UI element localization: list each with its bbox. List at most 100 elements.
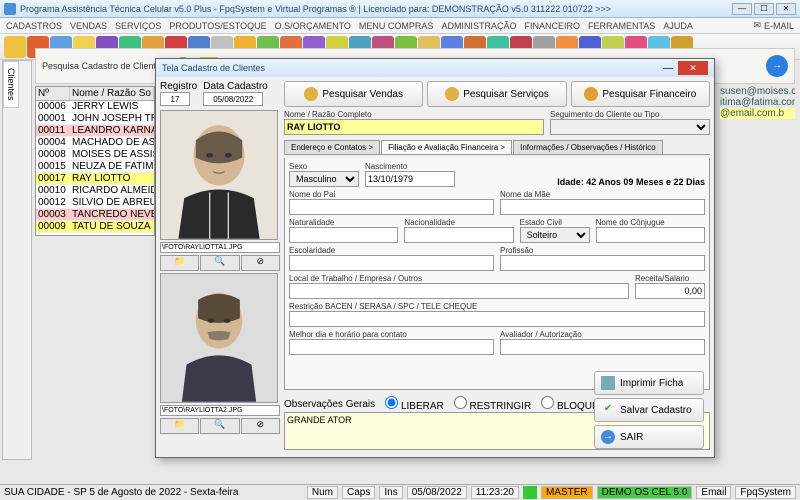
liberar-radio[interactable]: LIBERAR bbox=[385, 396, 444, 412]
salario-field[interactable] bbox=[635, 283, 705, 299]
photo1-zoom-button[interactable]: 🔍 bbox=[200, 255, 239, 271]
escolaridade-field[interactable] bbox=[289, 255, 494, 271]
table-row[interactable]: 00009TATU DE SOUZA bbox=[36, 221, 154, 233]
sexo-select[interactable]: Masculino bbox=[289, 171, 359, 187]
pesquisar-financeiro-button[interactable]: Pesquisar Financeiro bbox=[571, 81, 710, 107]
imprimir-button[interactable]: Imprimir Ficha bbox=[594, 371, 704, 395]
menu-ajuda[interactable]: AJUDA bbox=[663, 21, 693, 31]
table-row[interactable]: 00004MACHADO DE AS bbox=[36, 137, 154, 149]
tab-endereco[interactable]: Endereço e Contatos > bbox=[284, 140, 380, 154]
photos-panel: Registro Data Cadastro \FOTO\RAYLIOTTA1.… bbox=[160, 81, 280, 453]
menu-compras[interactable]: MENU COMPRAS bbox=[359, 21, 434, 31]
table-row[interactable]: 00017RAY LIOTTO bbox=[36, 173, 154, 185]
table-row[interactable]: 00006JERRY LEWIS bbox=[36, 101, 154, 113]
search-go-button[interactable]: → bbox=[766, 55, 788, 77]
naturalidade-field[interactable] bbox=[289, 227, 398, 243]
status-led-icon bbox=[523, 486, 537, 499]
minimize-button[interactable]: — bbox=[732, 3, 752, 15]
salvar-button[interactable]: ✔Salvar Cadastro bbox=[594, 398, 704, 422]
restricao-field[interactable] bbox=[289, 311, 705, 327]
table-row[interactable]: 00003TANCREDO NEVE bbox=[36, 209, 154, 221]
toolbar-icon[interactable] bbox=[4, 36, 26, 58]
dialog-tabs: Endereço e Contatos > Filiação e Avaliaç… bbox=[284, 140, 710, 155]
table-row[interactable]: 00008MOISES DE ASSIS bbox=[36, 149, 154, 161]
pesquisar-vendas-button[interactable]: Pesquisar Vendas bbox=[284, 81, 423, 107]
check-icon: ✔ bbox=[601, 403, 615, 417]
sair-button[interactable]: →SAIR bbox=[594, 425, 704, 449]
status-time: 11:23:20 bbox=[471, 486, 519, 499]
nome-field[interactable] bbox=[284, 119, 544, 135]
main-menubar: CADASTROS VENDAS SERVIÇOS PRODUTOS/ESTOQ… bbox=[0, 18, 800, 34]
contato-field[interactable] bbox=[289, 339, 494, 355]
arrow-icon: → bbox=[601, 430, 615, 444]
photo1-clear-button[interactable]: ⊘ bbox=[241, 255, 280, 271]
statusbar: SUA CIDADE - SP 5 de Agosto de 2022 - Se… bbox=[0, 484, 800, 500]
status-num: Num bbox=[307, 486, 338, 499]
trabalho-field[interactable] bbox=[289, 283, 629, 299]
nascimento-field[interactable] bbox=[365, 171, 455, 187]
status-date: 05/08/2022 bbox=[407, 486, 467, 499]
nacionalidade-field[interactable] bbox=[404, 227, 513, 243]
app-icon bbox=[4, 3, 16, 15]
close-button[interactable]: ✕ bbox=[776, 3, 796, 15]
grid-header: Nº Nome / Razão So bbox=[36, 87, 154, 101]
restringir-radio[interactable]: RESTRINGIR bbox=[454, 396, 531, 412]
photo2-zoom-button[interactable]: 🔍 bbox=[200, 418, 239, 434]
registro-field[interactable] bbox=[160, 92, 190, 106]
menu-admin[interactable]: ADMINISTRAÇÃO bbox=[441, 21, 516, 31]
app-titlebar: Programa Assistência Técnica Celular v5.… bbox=[0, 0, 800, 18]
status-master: MASTER bbox=[541, 486, 593, 499]
dialog-title: Tela Cadastro de Clientes bbox=[162, 63, 658, 73]
menu-financeiro[interactable]: FINANCEIRO bbox=[524, 21, 580, 31]
photo2-clear-button[interactable]: ⊘ bbox=[241, 418, 280, 434]
conjuge-field[interactable] bbox=[596, 227, 705, 243]
search-title: Pesquisa Cadastro de Clientes bbox=[42, 61, 166, 71]
pai-field[interactable] bbox=[289, 199, 494, 215]
printer-icon bbox=[601, 376, 615, 390]
status-caps: Caps bbox=[342, 486, 375, 499]
idade-label: Idade: 42 Anos 09 Meses e 22 Dias bbox=[461, 177, 705, 187]
menu-produtos[interactable]: PRODUTOS/ESTOQUE bbox=[169, 21, 266, 31]
estado-civil-select[interactable]: Solteiro bbox=[520, 227, 590, 243]
seguimento-select[interactable] bbox=[550, 119, 710, 135]
tab-content: SexoMasculino Nascimento Idade: 42 Anos … bbox=[284, 158, 710, 390]
dialog-close-button[interactable]: ✕ bbox=[678, 61, 708, 75]
email-button[interactable]: ✉ E-MAIL bbox=[753, 20, 794, 31]
menu-ferramentas[interactable]: FERRAMENTAS bbox=[588, 21, 655, 31]
mae-field[interactable] bbox=[500, 199, 705, 215]
tab-informacoes[interactable]: Informações / Observações / Histórico bbox=[513, 140, 663, 154]
data-cadastro-field[interactable] bbox=[203, 92, 263, 106]
photo1-caption: \FOTO\RAYLIOTTA1.JPG bbox=[160, 242, 280, 253]
email-list: susen@moises.com.br itima@fatima.com.br … bbox=[720, 86, 795, 119]
profissao-field[interactable] bbox=[500, 255, 705, 271]
pesquisar-servicos-button[interactable]: Pesquisar Serviços bbox=[427, 81, 566, 107]
action-buttons: Imprimir Ficha ✔Salvar Cadastro →SAIR bbox=[594, 371, 704, 449]
dialog-min-button[interactable]: — bbox=[658, 63, 678, 74]
client-photo-2 bbox=[160, 273, 278, 403]
menu-cadastros[interactable]: CADASTROS bbox=[6, 21, 62, 31]
client-photo-1 bbox=[160, 110, 278, 240]
photo1-folder-button[interactable]: 📁 bbox=[160, 255, 199, 271]
coin-icon bbox=[304, 87, 318, 101]
menu-servicos[interactable]: SERVIÇOS bbox=[115, 21, 161, 31]
photo2-folder-button[interactable]: 📁 bbox=[160, 418, 199, 434]
table-row[interactable]: 00015NEUZA DE FATIM bbox=[36, 161, 154, 173]
app-title: Programa Assistência Técnica Celular v5.… bbox=[20, 4, 732, 14]
clients-grid[interactable]: Nº Nome / Razão So 00006JERRY LEWIS00001… bbox=[35, 86, 155, 236]
table-row[interactable]: 00001JOHN JOSEPH TR bbox=[36, 113, 154, 125]
table-row[interactable]: 00011LEANDRO KARNA bbox=[36, 125, 154, 137]
status-email[interactable]: Email bbox=[696, 486, 731, 499]
status-demo: DEMO OS CEL 5.0 bbox=[597, 486, 693, 499]
table-row[interactable]: 00012SILVIO DE ABREU bbox=[36, 197, 154, 209]
menu-os[interactable]: O.S/ORÇAMENTO bbox=[275, 21, 351, 31]
avaliador-field[interactable] bbox=[500, 339, 705, 355]
status-fpq[interactable]: FpqSystem bbox=[735, 486, 796, 499]
maximize-button[interactable]: ☐ bbox=[754, 3, 774, 15]
sidebar-tab-clientes[interactable]: Clientes bbox=[3, 61, 19, 108]
table-row[interactable]: 00010RICARDO ALMEID bbox=[36, 185, 154, 197]
menu-vendas[interactable]: VENDAS bbox=[70, 21, 107, 31]
left-sidebar: Clientes bbox=[2, 60, 32, 460]
tab-filiacao[interactable]: Filiação e Avaliação Financeira > bbox=[381, 140, 512, 154]
status-ins: Ins bbox=[379, 486, 402, 499]
coin-icon bbox=[584, 87, 598, 101]
